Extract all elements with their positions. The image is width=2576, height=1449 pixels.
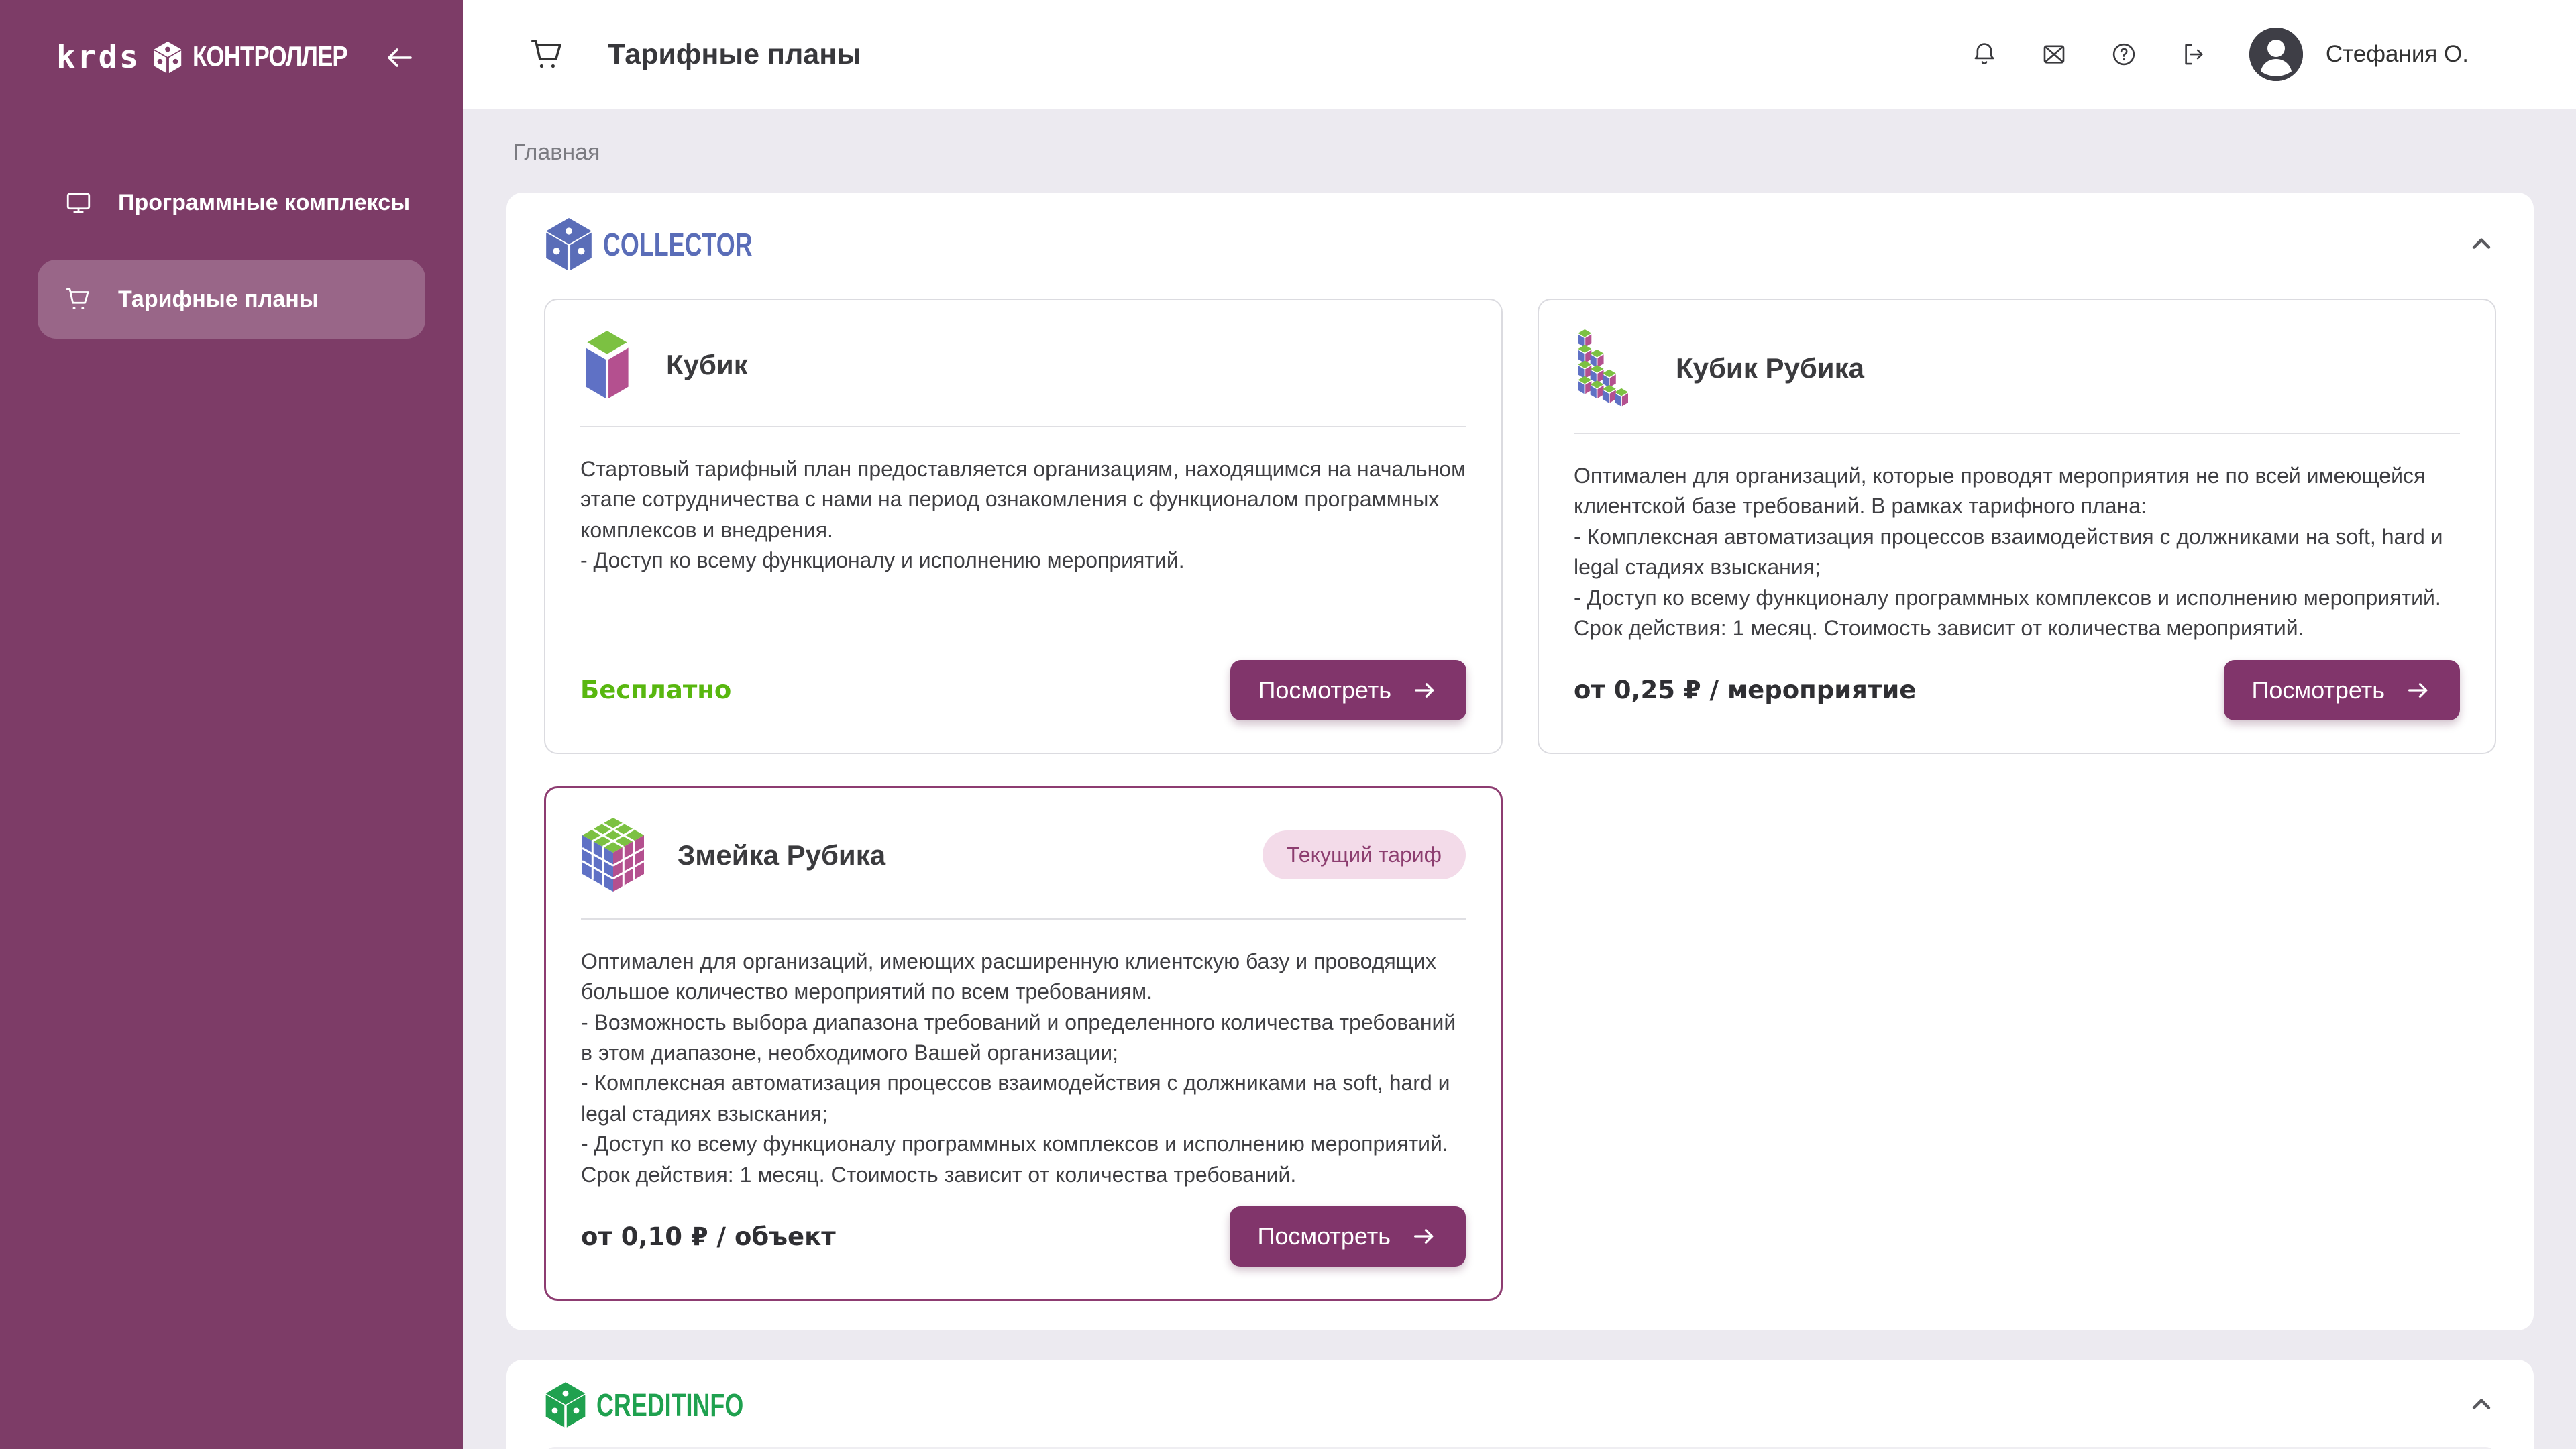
user-name: Стефания О.: [2326, 41, 2469, 68]
collector-panel: COLLECTOR Ку: [506, 193, 2534, 1330]
app-logo: krds КОНТРОЛЛЕР: [0, 0, 463, 76]
breadcrumb-home-link[interactable]: Главная: [513, 140, 600, 165]
collector-collapse-button[interactable]: [2467, 229, 2496, 259]
collector-brand-name: COLLECTOR: [603, 225, 753, 264]
cart-icon: [529, 36, 566, 73]
user-menu[interactable]: Стефания О.: [2249, 28, 2469, 81]
breadcrumb: Главная: [506, 109, 2534, 193]
card-price: от 0,10 ₽ / объект: [581, 1222, 836, 1251]
view-tariff-button[interactable]: Посмотреть: [1230, 660, 1466, 720]
bell-icon: [1970, 40, 1998, 68]
collector-brand: COLLECTOR: [544, 217, 794, 272]
creditinfo-brand-name: CREDITINFO: [596, 1386, 743, 1424]
current-tariff-badge: Текущий тариф: [1263, 830, 1466, 879]
logout-icon: [2180, 40, 2208, 68]
view-tariff-button[interactable]: Посмотреть: [2224, 660, 2460, 720]
messages-button[interactable]: [2040, 40, 2068, 68]
card-price: от 0,25 ₽ / мероприятие: [1574, 676, 1916, 704]
card-title: Змейка Рубика: [678, 839, 885, 871]
tariff-card-kubik: Кубик Стартовый тарифный план предоставл…: [544, 299, 1503, 754]
notifications-button[interactable]: [1970, 40, 1998, 68]
sidebar-item-label: Программные комплексы: [118, 190, 410, 216]
tariff-cards-grid: Кубик Стартовый тарифный план предоставл…: [544, 299, 2496, 1301]
collector-cube-icon: [544, 217, 594, 272]
creditinfo-collapse-button[interactable]: [2467, 1390, 2496, 1419]
creditinfo-brand: CREDITINFO: [544, 1381, 785, 1429]
help-button[interactable]: [2110, 40, 2138, 68]
avatar-person-icon: [2249, 28, 2303, 81]
sidebar-item-label: Тарифные планы: [118, 286, 319, 313]
card-description: Оптимален для организаций, которые прово…: [1574, 461, 2460, 644]
sidebar-item-tariff-plans[interactable]: Тарифные планы: [38, 260, 425, 339]
arrow-left-icon: [384, 42, 416, 74]
creditinfo-cube-icon: [544, 1381, 587, 1429]
card-price: Бесплатно: [580, 676, 731, 704]
rubik-cube-icon: [581, 818, 645, 893]
sidebar-collapse-button[interactable]: [384, 42, 416, 74]
top-header: Тарифные планы: [463, 0, 2576, 109]
product-logo-text: КОНТРОЛЛЕР: [193, 41, 347, 73]
page-title: Тарифные планы: [608, 38, 861, 71]
arrow-right-icon: [1411, 1223, 1438, 1250]
chevron-up-icon: [2467, 229, 2496, 259]
chevron-up-icon: [2467, 1390, 2496, 1419]
arrow-right-icon: [2405, 677, 2432, 704]
main-content: Главная COLLECTOR: [463, 109, 2576, 1449]
monitor-icon: [64, 189, 93, 217]
sidebar: krds КОНТРОЛЛЕР Программные комплексы: [0, 0, 463, 1449]
card-title: Кубик Рубика: [1676, 352, 1864, 384]
arrow-right-icon: [1411, 677, 1438, 704]
card-description: Оптимален для организаций, имеющих расши…: [581, 947, 1466, 1191]
tariff-card-zmeyka-rubika: Змейка Рубика Текущий тариф Оптимален дл…: [544, 786, 1503, 1301]
help-icon: [2110, 40, 2138, 68]
krds-logo-text: krds: [56, 39, 140, 76]
tariff-card-kubik-rubika: Кубик Рубика Оптимален для организаций, …: [1538, 299, 2496, 754]
cart-icon: [64, 285, 93, 313]
sidebar-menu: Программные комплексы Тарифные планы: [0, 163, 463, 339]
sidebar-item-program-complexes[interactable]: Программные комплексы: [38, 163, 425, 242]
krds-cube-icon: [152, 41, 183, 74]
divider: [581, 918, 1466, 920]
view-tariff-button[interactable]: Посмотреть: [1230, 1206, 1466, 1267]
card-description: Стартовый тарифный план предоставляется …: [580, 454, 1466, 576]
cube-icon: [580, 329, 634, 400]
logout-button[interactable]: [2180, 40, 2208, 68]
card-title: Кубик: [666, 349, 748, 381]
mail-icon: [2040, 40, 2068, 68]
divider: [580, 426, 1466, 427]
divider: [1574, 433, 2460, 434]
creditinfo-panel: CREDITINFO В программном комплексе отсут…: [506, 1360, 2534, 1449]
cube-stack-icon: [1574, 329, 1644, 407]
